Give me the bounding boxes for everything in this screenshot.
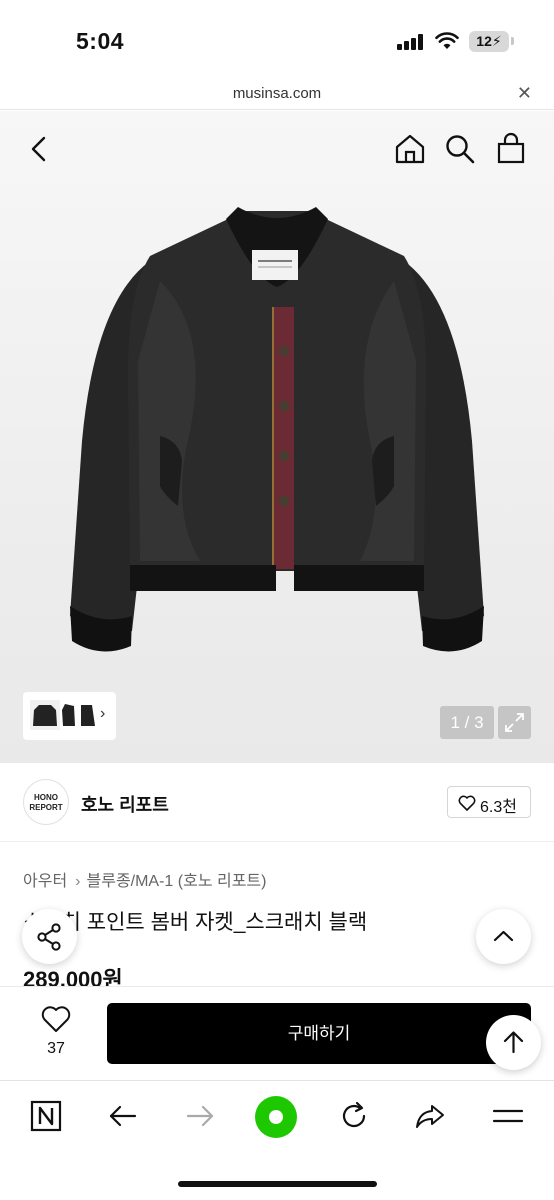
brand-logo-line1: HONO <box>34 793 58 802</box>
brand-name[interactable]: 호노 리포트 <box>81 791 169 817</box>
heart-outline-icon <box>458 795 476 811</box>
share-icon <box>37 923 61 951</box>
wishlist-button[interactable] <box>30 1005 82 1038</box>
wifi-icon <box>435 32 459 49</box>
menu-icon[interactable] <box>490 1098 526 1134</box>
status-time: 5:04 <box>76 28 125 54</box>
scroll-top-button[interactable] <box>486 1015 541 1070</box>
green-dot-icon[interactable] <box>254 1095 298 1139</box>
battery-level: 12 <box>476 33 492 49</box>
breadcrumb: 아우터 › 블루종/MA-1 (호노 리포트) <box>23 867 266 891</box>
breadcrumb-separator: › <box>75 873 81 890</box>
buy-button[interactable]: 구매하기 <box>107 1003 531 1064</box>
brand-logo-line2: REPORT <box>29 803 63 812</box>
heart-outline-icon <box>41 1006 71 1032</box>
refresh-icon[interactable] <box>336 1098 372 1134</box>
thumbnail-1[interactable] <box>30 700 60 730</box>
product-price: 289,000원 <box>23 967 123 986</box>
forward-arrow-icon[interactable] <box>182 1098 218 1134</box>
battery-indicator: 12⚡ <box>469 31 509 52</box>
home-indicator <box>178 1181 377 1187</box>
breadcrumb-item-outer[interactable]: 아우터 <box>23 873 67 890</box>
arrow-up-icon <box>503 1031 524 1054</box>
back-arrow-icon[interactable] <box>22 132 56 166</box>
wishlist-count: 37 <box>47 1040 65 1057</box>
close-icon[interactable]: ✕ <box>517 83 532 104</box>
url-text[interactable]: musinsa.com <box>0 85 554 102</box>
collapse-button[interactable] <box>476 909 531 964</box>
url-bar[interactable]: musinsa.com ✕ <box>0 80 554 110</box>
brand-like-button[interactable]: 6.3천 <box>447 786 531 818</box>
thumbnail-3[interactable] <box>78 700 96 730</box>
product-image-gallery[interactable] <box>0 111 554 763</box>
shopping-bag-icon[interactable] <box>494 132 528 166</box>
chevron-up-icon <box>493 930 514 942</box>
divider <box>0 841 554 842</box>
image-counter: 1 / 3 <box>440 706 494 739</box>
chevron-right-icon[interactable]: › <box>100 705 105 723</box>
brand-logo[interactable]: HONO REPORT <box>23 779 69 825</box>
back-arrow-icon[interactable] <box>105 1098 141 1134</box>
cellular-signal-icon <box>397 34 425 50</box>
expand-icon[interactable] <box>498 706 531 739</box>
share-arrow-icon[interactable] <box>412 1098 448 1134</box>
product-image <box>70 207 484 652</box>
thumbnail-strip[interactable]: › <box>23 692 116 740</box>
home-icon[interactable] <box>393 132 427 166</box>
share-button[interactable] <box>22 909 77 964</box>
thumbnail-2[interactable] <box>61 700 77 730</box>
brand-like-count: 6.3천 <box>480 799 517 816</box>
breadcrumb-item-blouson[interactable]: 블루종/MA-1 (호노 리포트) <box>87 873 267 890</box>
naver-n-icon[interactable] <box>28 1098 64 1134</box>
status-bar: 5:04 12⚡ <box>0 0 554 80</box>
battery-tip <box>511 37 514 45</box>
search-icon[interactable] <box>443 132 477 166</box>
